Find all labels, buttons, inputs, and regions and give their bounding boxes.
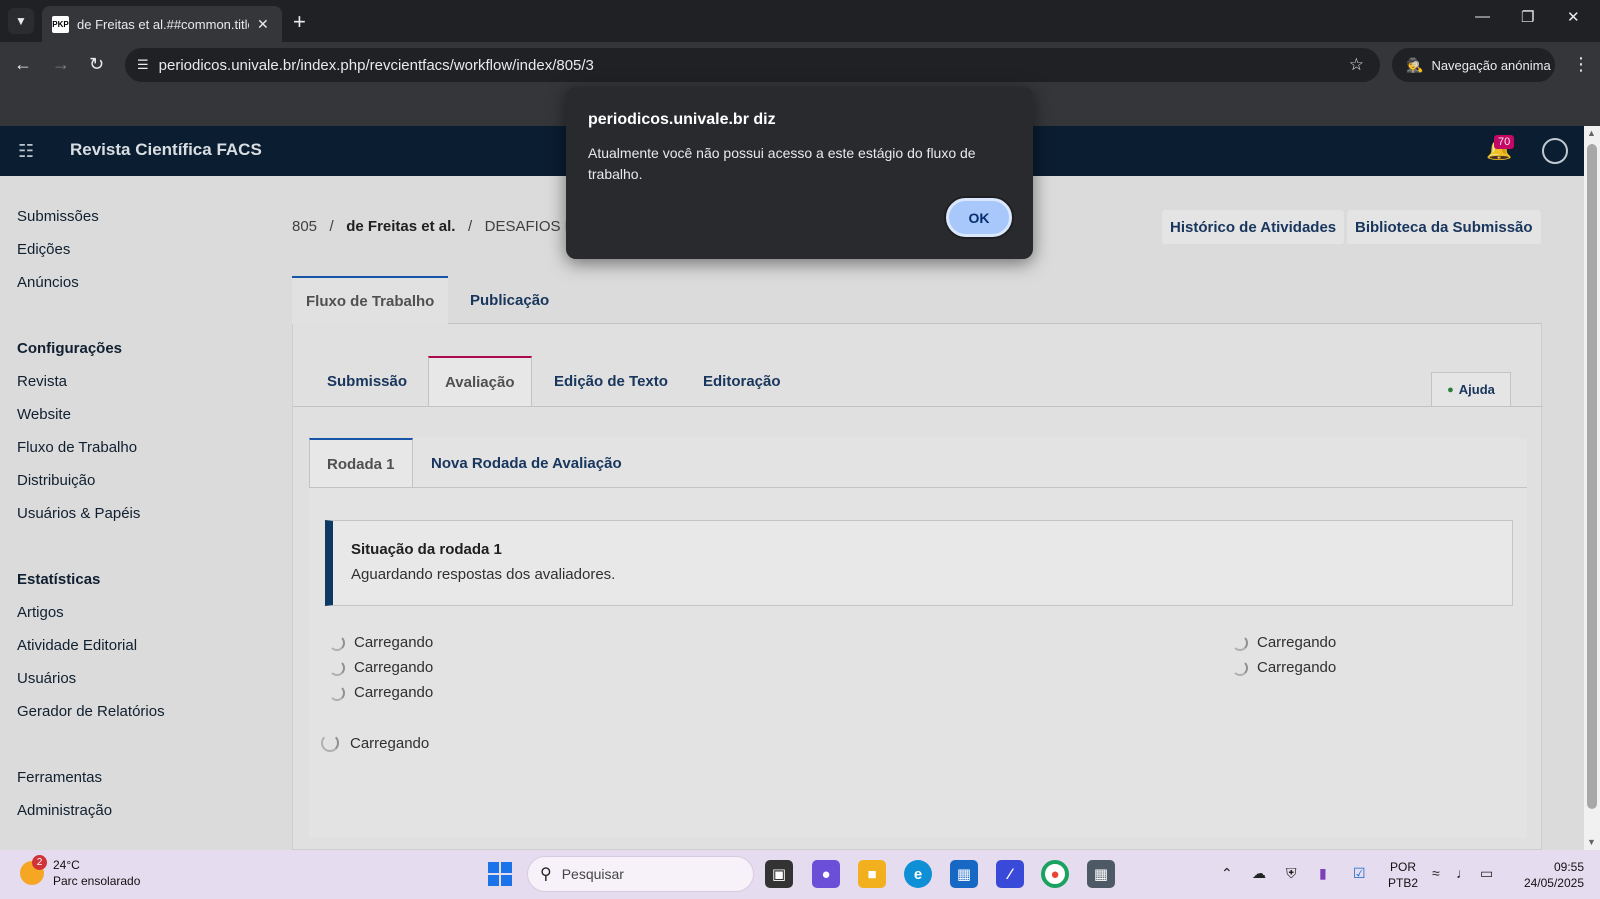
page-scrollbar[interactable]: ▲ ▼: [1584, 126, 1600, 850]
chrome-browser-icon[interactable]: ●: [1041, 860, 1069, 888]
ok-button[interactable]: OK: [946, 198, 1012, 237]
browser-tabstrip: ▼ PKP de Freitas et al.##common.title ✕ …: [0, 0, 1600, 42]
url-text: periodicos.univale.br/index.php/revcient…: [158, 56, 594, 74]
bookmark-star-icon[interactable]: ☆: [1349, 55, 1364, 75]
incognito-chip[interactable]: 🕵 Navegação anónima: [1392, 48, 1555, 82]
microsoft-365-icon[interactable]: ●: [812, 860, 840, 888]
forward-arrow-icon[interactable]: →: [52, 54, 70, 75]
tab-search-chevron-icon[interactable]: ▼: [8, 8, 34, 34]
alert-dialog: periodicos.univale.br diz Atualmente voc…: [566, 87, 1033, 259]
scrollbar-thumb[interactable]: [1587, 144, 1597, 809]
dialog-message: Atualmente você não possui acesso a este…: [588, 145, 976, 182]
clock-time: 09:55: [1553, 860, 1584, 874]
tab-close-icon[interactable]: ✕: [257, 16, 269, 33]
language-code: POR: [1390, 860, 1417, 874]
scroll-up-icon[interactable]: ▲: [1587, 128, 1596, 138]
back-arrow-icon[interactable]: ←: [14, 54, 32, 75]
browser-menu-icon[interactable]: ⋮: [1572, 54, 1590, 75]
weather-description: Parc ensolarado: [53, 874, 141, 888]
keyboard-layout: PTB2: [1388, 876, 1419, 890]
task-view-icon[interactable]: ▣: [765, 860, 793, 888]
weather-widget[interactable]: 2 24°C Parc ensolarado: [20, 855, 141, 889]
battery-icon[interactable]: ▭: [1480, 865, 1493, 882]
input-language[interactable]: POR PTB2: [1388, 859, 1418, 891]
edge-browser-icon[interactable]: e: [904, 860, 932, 888]
tray-chevron-up-icon[interactable]: ⌃: [1221, 865, 1233, 882]
weather-alert-badge: 2: [32, 855, 47, 870]
scroll-down-icon[interactable]: ▼: [1587, 837, 1596, 847]
search-icon: ⚲: [540, 866, 552, 883]
weather-temperature: 24°C: [53, 858, 80, 872]
clock-date: 24/05/2025: [1523, 876, 1584, 890]
onedrive-icon[interactable]: ☁: [1252, 865, 1266, 882]
site-settings-icon[interactable]: ☰: [137, 57, 149, 73]
address-bar[interactable]: ☰ periodicos.univale.br/index.php/revcie…: [125, 48, 1380, 82]
tab-title: de Freitas et al.##common.title: [77, 16, 249, 32]
weather-sun-icon: 2: [20, 855, 47, 885]
incognito-icon: 🕵: [1406, 56, 1424, 73]
new-tab-plus-icon[interactable]: +: [293, 9, 306, 35]
restore-icon[interactable]: ❐: [1521, 8, 1534, 26]
file-explorer-icon[interactable]: ■: [858, 860, 886, 888]
search-placeholder: Pesquisar: [561, 866, 624, 882]
system-clock[interactable]: 09:55 24/05/2025: [1516, 859, 1584, 891]
microsoft-store-icon[interactable]: ▦: [950, 860, 978, 888]
windows-taskbar: 2 24°C Parc ensolarado ⚲ Pesquisar ▣ ● ■…: [0, 850, 1600, 899]
calculator-icon[interactable]: ▦: [1087, 860, 1115, 888]
window-close-icon[interactable]: ✕: [1567, 8, 1580, 26]
incognito-label: Navegação anónima: [1431, 57, 1551, 73]
volume-icon[interactable]: ♩: [1456, 865, 1470, 881]
minimize-icon[interactable]: —: [1475, 8, 1490, 25]
taskbar-search[interactable]: ⚲ Pesquisar: [527, 856, 754, 892]
pkp-favicon-icon: PKP: [52, 15, 69, 33]
reload-icon[interactable]: ↻: [89, 54, 104, 75]
security-shield-icon[interactable]: ⛨: [1286, 865, 1297, 882]
app-shortcut-icon[interactable]: ∕: [996, 860, 1024, 888]
windows-start-icon[interactable]: [488, 862, 512, 886]
purple-app-icon[interactable]: ▮: [1319, 865, 1327, 882]
browser-tab[interactable]: PKP de Freitas et al.##common.title ✕: [42, 6, 282, 42]
dialog-title: periodicos.univale.br diz: [588, 111, 776, 128]
defender-shield-icon[interactable]: ☑: [1353, 865, 1366, 882]
wifi-icon[interactable]: ≈: [1432, 865, 1440, 881]
